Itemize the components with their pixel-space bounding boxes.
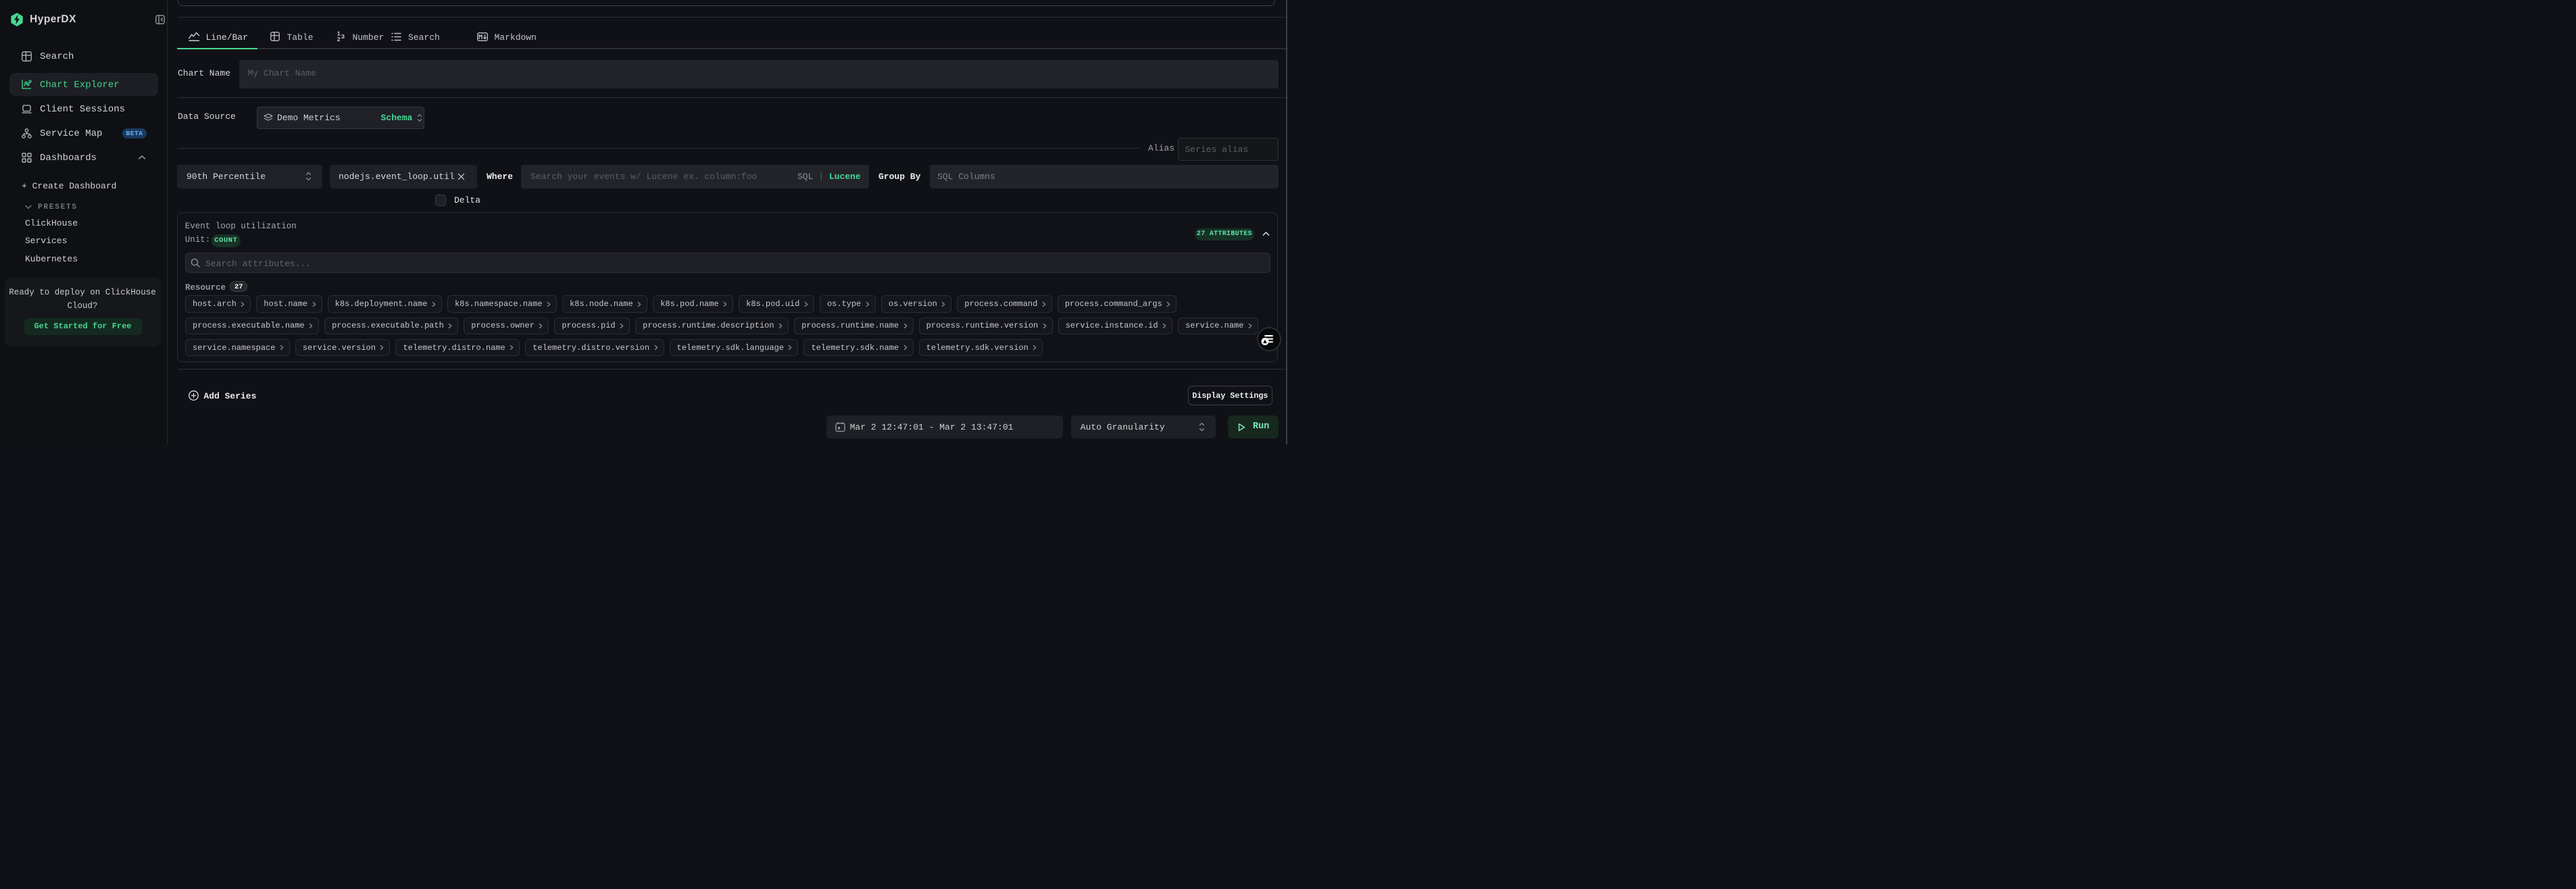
svg-text:2: 2 (337, 36, 341, 42)
svg-text:3: 3 (341, 33, 345, 41)
